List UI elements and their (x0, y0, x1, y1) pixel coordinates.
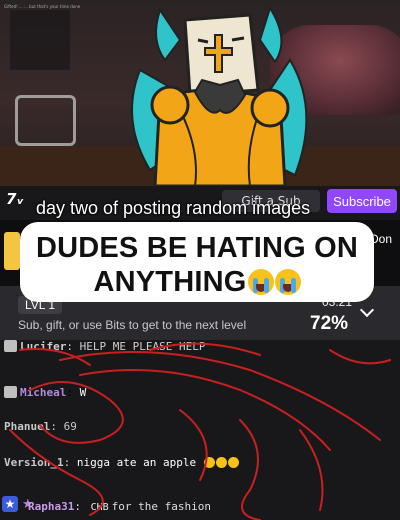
background-shelf (10, 10, 70, 70)
chat-username[interactable]: Micheal (20, 386, 66, 399)
hype-percent: 72% (310, 313, 349, 334)
chat-message: Micheal: W (4, 386, 86, 399)
chat-message: Rapha31: CHB for the fashion (28, 500, 212, 513)
laughing-emoji-icon (215, 457, 227, 468)
screenshot-frame: Gifted! ... ... but that's your time don… (0, 0, 400, 520)
video-caption: day two of posting random images (36, 198, 311, 218)
crying-emoji-icon (247, 269, 274, 295)
meme-caption-box: DUDES BE HATING ON ANYTHING (20, 222, 374, 302)
meme-line-1: DUDES BE HATING ON (35, 232, 359, 264)
chat-text: HELP ME PLEASE HELP (79, 340, 206, 353)
chat-message: Phanuel: 69 (4, 420, 77, 433)
chat-username[interactable]: Rapha31 (28, 500, 74, 513)
laughing-emoji-icon (203, 457, 215, 468)
knight-drawing (131, 5, 308, 186)
chat-username[interactable]: Version_1 (4, 456, 64, 469)
chat-text: 69 (63, 420, 77, 433)
stream-overlay-text: Gifted! ... ... but that's your time don… (4, 4, 81, 9)
subscribe-button[interactable]: Subscribe (327, 189, 397, 213)
hype-train-message: Sub, gift, or use Bits to get to the nex… (18, 318, 247, 332)
chat-text: nigga ate an apple (76, 456, 197, 469)
chat-message: Lucifer: HELP ME PLEASE HELP (4, 340, 205, 353)
meme-line-2-text: ANYTHING (93, 266, 247, 298)
chat-text: W (79, 386, 87, 399)
meme-line-2: ANYTHING (20, 266, 374, 299)
laughing-emoji-icon (227, 457, 239, 468)
background-chair (15, 95, 76, 146)
chat-badge-icon (4, 340, 17, 352)
chat-username[interactable]: Lucifer (20, 340, 66, 353)
chat-text: for the fashion (111, 500, 212, 513)
chat-emote: CHB (90, 502, 109, 513)
crying-emoji-icon (274, 269, 301, 295)
chat-message: Version_1: nigga ate an apple (4, 456, 239, 469)
chat-username[interactable]: Phanuel (4, 420, 50, 433)
chat-badge-icon (4, 386, 17, 398)
star-badge-icon: ★ (2, 496, 18, 512)
side-badge-icon (4, 232, 20, 270)
channel-logo[interactable]: 7ᵥ (6, 190, 28, 210)
stream-video[interactable]: Gifted! ... ... but that's your time don… (0, 0, 400, 186)
